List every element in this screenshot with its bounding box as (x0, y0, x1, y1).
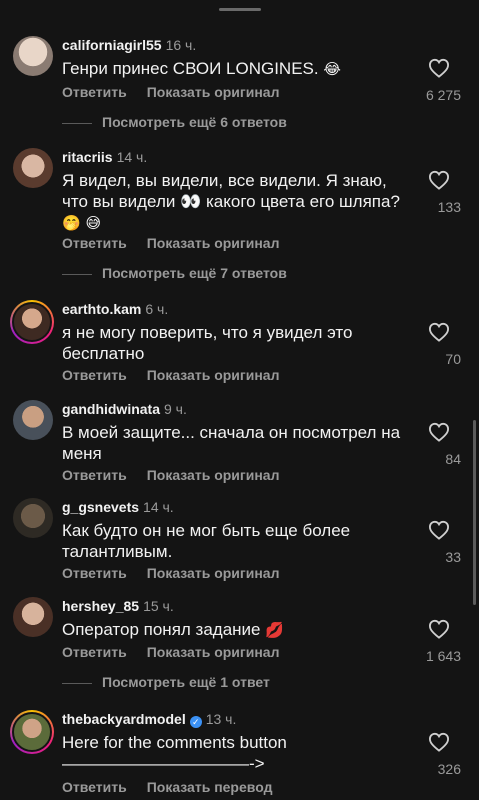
comment-body: Генри принес СВОИ LONGINES. (62, 59, 319, 78)
show-original-button[interactable]: Показать оригинал (147, 235, 280, 251)
reply-button[interactable]: Ответить (62, 467, 127, 483)
comment-text: В моей защите... сначала он посмотрел на… (62, 423, 401, 463)
reply-button[interactable]: Ответить (62, 235, 127, 251)
comment-header: ritacriis 14 ч. (62, 149, 147, 165)
comment-actions: Ответить Показать оригинал (62, 644, 279, 660)
sheet-drag-handle[interactable] (219, 8, 261, 11)
avatar-story-ring[interactable] (10, 710, 54, 754)
like-button[interactable] (421, 322, 457, 342)
comment-body: Оператор понял задание (62, 620, 261, 639)
view-more-replies[interactable]: Посмотреть ещё 7 ответов (62, 265, 287, 281)
comment-actions: Ответить Показать оригинал (62, 467, 279, 483)
divider-line (62, 273, 92, 275)
username[interactable]: thebackyardmodel (62, 711, 186, 727)
timestamp: 6 ч. (145, 301, 169, 317)
like-button[interactable] (421, 58, 457, 78)
comment-body-line2: ———————————-> (62, 754, 265, 773)
username[interactable]: ritacriis (62, 149, 113, 165)
view-more-replies-label[interactable]: Посмотреть ещё 1 ответ (102, 674, 270, 690)
avatar-story-ring[interactable] (10, 300, 54, 344)
shushing-emoji: 🤭 😅 (62, 214, 102, 232)
timestamp: 15 ч. (143, 598, 174, 614)
avatar (12, 302, 52, 342)
username[interactable]: g_gsnevets (62, 499, 139, 515)
like-button[interactable] (421, 422, 457, 442)
reply-button[interactable]: Ответить (62, 84, 127, 100)
username[interactable]: californiagirl55 (62, 37, 162, 53)
scrollbar[interactable] (473, 420, 476, 605)
like-count: 6 275 (425, 87, 461, 103)
username[interactable]: earthto.kam (62, 301, 141, 317)
like-count: 70 (445, 351, 461, 367)
reply-button[interactable]: Ответить (62, 367, 127, 383)
comment-body: Here for the comments button (62, 733, 287, 752)
like-button[interactable] (421, 732, 457, 752)
divider-line (62, 682, 92, 684)
comment-actions: Ответить Показать оригинал (62, 367, 279, 383)
comment-text: Генри принес СВОИ LONGINES. 😂 (62, 58, 414, 80)
comment-actions: Ответить Показать оригинал (62, 565, 279, 581)
show-translation-button[interactable]: Показать перевод (147, 779, 273, 795)
comment-text: Here for the comments button ———————————… (62, 732, 414, 774)
timestamp: 9 ч. (164, 401, 187, 417)
like-button[interactable] (421, 520, 457, 540)
comment-text: Я видел, вы видели, все видели. Я знаю, … (62, 170, 414, 234)
like-button[interactable] (421, 619, 457, 639)
avatar[interactable] (13, 597, 53, 637)
comment-header: thebackyardmodel ✓ 13 ч. (62, 711, 236, 728)
avatar (12, 712, 52, 752)
comment-actions: Ответить Показать оригинал (62, 84, 279, 100)
username[interactable]: gandhidwinata (62, 401, 160, 417)
like-count: 133 (437, 199, 461, 215)
avatar[interactable] (13, 400, 53, 440)
like-count: 84 (445, 451, 461, 467)
comment-header: gandhidwinata 9 ч. (62, 401, 187, 417)
heart-outline-icon (428, 58, 450, 78)
show-original-button[interactable]: Показать оригинал (147, 644, 280, 660)
view-more-replies-label[interactable]: Посмотреть ещё 7 ответов (102, 265, 287, 281)
comment-actions: Ответить Показать оригинал (62, 235, 279, 251)
reply-button[interactable]: Ответить (62, 565, 127, 581)
comment-header: californiagirl55 16 ч. (62, 37, 196, 53)
comment-actions: Ответить Показать перевод (62, 779, 272, 795)
avatar[interactable] (13, 36, 53, 76)
avatar[interactable] (13, 498, 53, 538)
username[interactable]: hershey_85 (62, 598, 139, 614)
comment-header: g_gsnevets 14 ч. (62, 499, 174, 515)
timestamp: 14 ч. (116, 149, 148, 165)
avatar[interactable] (13, 148, 53, 188)
lips-emoji: 💋 (265, 621, 284, 639)
divider-line (62, 122, 92, 124)
heart-outline-icon (428, 520, 450, 540)
show-original-button[interactable]: Показать оригинал (147, 467, 280, 483)
show-original-button[interactable]: Показать оригинал (147, 565, 280, 581)
reply-button[interactable]: Ответить (62, 644, 127, 660)
comment-header: hershey_85 15 ч. (62, 598, 174, 614)
reply-button[interactable]: Ответить (62, 779, 127, 795)
verified-badge-icon: ✓ (189, 716, 202, 728)
comment-header: earthto.kam 6 ч. (62, 301, 168, 317)
laughing-emoji: 😂 (323, 60, 341, 78)
view-more-replies[interactable]: Посмотреть ещё 6 ответов (62, 114, 287, 130)
like-count: 326 (437, 761, 461, 777)
like-count: 33 (445, 549, 461, 565)
heart-outline-icon (428, 170, 450, 190)
timestamp: 16 ч. (165, 37, 197, 53)
view-more-replies[interactable]: Посмотреть ещё 1 ответ (62, 674, 270, 690)
show-original-button[interactable]: Показать оригинал (147, 367, 280, 383)
timestamp: 14 ч. (143, 499, 174, 515)
show-original-button[interactable]: Показать оригинал (147, 84, 280, 100)
comment-text: Как будто он не мог быть еще более талан… (62, 521, 351, 561)
comment-body: Я видел, вы видели, все видели. Я знаю, … (62, 171, 400, 211)
view-more-replies-label[interactable]: Посмотреть ещё 6 ответов (102, 114, 287, 130)
heart-outline-icon (428, 322, 450, 342)
heart-outline-icon (428, 619, 450, 639)
like-count: 1 643 (425, 648, 461, 664)
heart-outline-icon (428, 422, 450, 442)
heart-outline-icon (428, 732, 450, 752)
like-button[interactable] (421, 170, 457, 190)
comment-text: Оператор понял задание 💋 (62, 619, 414, 641)
timestamp: 13 ч. (205, 711, 237, 727)
comment-text: я не могу поверить, что я увидел это бес… (62, 323, 353, 363)
